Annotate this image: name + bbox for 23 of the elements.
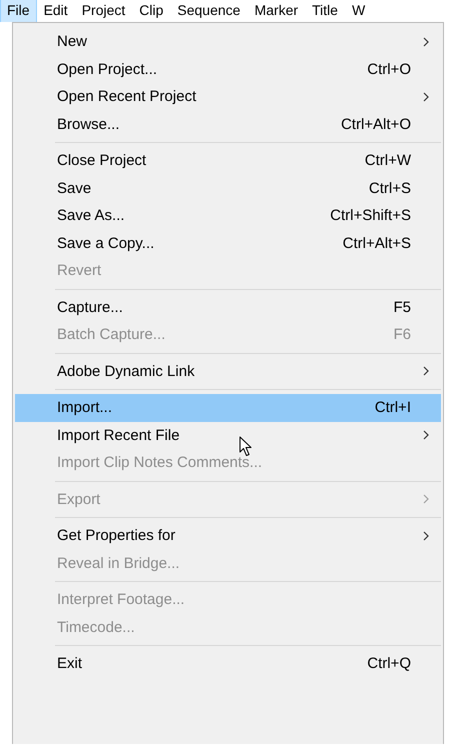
- menu-item[interactable]: Save Ctrl+S: [15, 174, 441, 202]
- menu-item[interactable]: Save As... Ctrl+Shift+S: [15, 202, 441, 230]
- menu-item[interactable]: Import Recent File: [15, 422, 441, 449]
- menu-bar-item[interactable]: Project: [74, 0, 132, 22]
- menu-bar-item[interactable]: Marker: [247, 0, 306, 22]
- menu-item[interactable]: Open Recent Project: [15, 83, 441, 110]
- menu-bar-item[interactable]: Sequence: [170, 0, 248, 22]
- menu-item[interactable]: Save a Copy... Ctrl+Alt+S: [15, 230, 441, 257]
- menu-item[interactable]: Adobe Dynamic Link: [15, 358, 441, 385]
- menu-bar-item[interactable]: Title: [305, 0, 345, 22]
- menu-bar-item[interactable]: Edit: [36, 0, 75, 22]
- mouse-pointer-icon: [239, 436, 253, 457]
- menu-bar-item[interactable]: Clip: [132, 0, 170, 22]
- menu-item[interactable]: Browse... Ctrl+Alt+O: [15, 110, 441, 138]
- menu-item[interactable]: Get Properties for: [15, 522, 441, 550]
- menu-item[interactable]: Exit Ctrl+Q: [15, 650, 441, 678]
- menu-item[interactable]: New: [15, 28, 441, 56]
- menu-item[interactable]: Close Project Ctrl+W: [15, 147, 441, 174]
- menu-bar-item[interactable]: File: [0, 0, 37, 22]
- menu-item[interactable]: Open Project... Ctrl+O: [15, 56, 441, 83]
- menu-item[interactable]: Import... Ctrl+I: [15, 394, 441, 422]
- menu-bar-item[interactable]: W: [344, 0, 372, 22]
- menu-item[interactable]: Capture... F5: [15, 294, 441, 321]
